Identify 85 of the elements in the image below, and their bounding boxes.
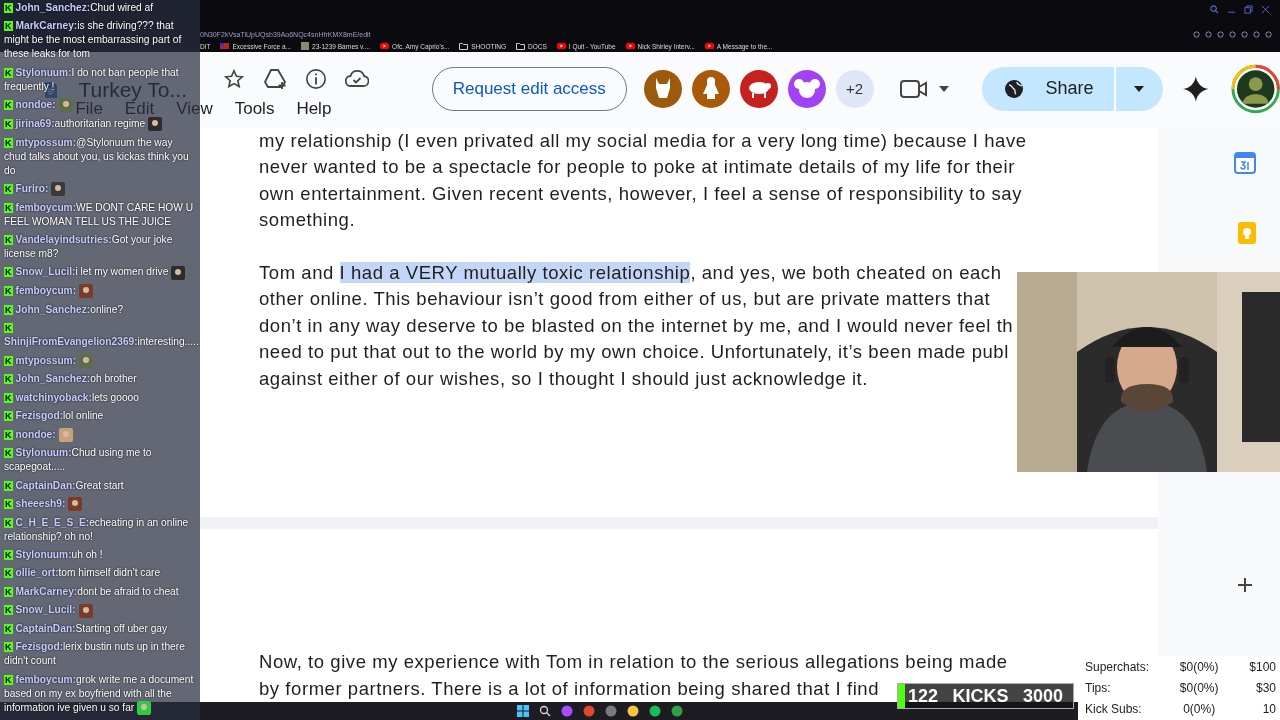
chat-message: K jirina69:authoritarian regime <box>4 116 196 132</box>
caret-icon[interactable] <box>937 84 950 93</box>
chat-message: K John_Sanchez:online? <box>4 302 125 317</box>
calendar-icon[interactable] <box>1234 152 1256 174</box>
chat-message: K MarkCarney:dont be afraid to cheat <box>4 584 180 599</box>
add-icon[interactable] <box>1237 577 1253 593</box>
windows-icon[interactable] <box>517 705 529 717</box>
document-line[interactable]: other online. This behaviour isn’t good from either of us, but are private matters that <box>259 286 991 313</box>
chat-message: K Snow_Lucil: <box>4 603 196 618</box>
video-icon <box>704 43 714 49</box>
cloud-check-icon[interactable] <box>345 69 369 89</box>
menu-item[interactable]: Help <box>296 99 332 119</box>
video-icon <box>625 43 635 49</box>
caret-icon <box>1133 84 1146 93</box>
sheep-avatar-icon[interactable] <box>739 69 778 108</box>
chat-message: K ollie_ort:tom himself didn't care <box>4 566 162 581</box>
document-line[interactable]: my relationship (I even privated all my social media for a very long time) because I have <box>259 128 1027 155</box>
chat-message: K Snow_Lucil:i let my women drive <box>4 265 196 280</box>
chat-message: K femboycum:WE DONT CARE HOW U FEEL WOMAN TELL US THE JUICE <box>4 200 195 229</box>
app-icon[interactable] <box>671 705 683 717</box>
stat-label: Superchats: <box>1085 659 1151 674</box>
document-line[interactable]: Now, to give my experience with Tom in relation to the serious allegations being made <box>259 649 1008 676</box>
share-button[interactable]: Share <box>981 66 1114 111</box>
sparkle-icon[interactable] <box>1182 75 1209 102</box>
menu-item[interactable]: Tools <box>234 99 275 119</box>
chat-message: K CaptainDan:Starting off uber gay <box>4 621 169 636</box>
chat-message: K Fezisgod:lerix bustin nuts up in there didn't count <box>4 640 186 669</box>
chat-message: K Vandelayindsutries:Got your joke license m8? <box>4 233 174 262</box>
search-icon[interactable] <box>539 705 551 717</box>
stat-goal: $100 <box>1248 659 1276 674</box>
stat-value: 0(0%) <box>1182 702 1217 717</box>
chat-message: K MarkCarney:is she driving??? that might be the most embarrassing part of these leaks for tom <box>4 19 183 62</box>
stat-label: Tips: <box>1085 681 1112 695</box>
app-icon[interactable] <box>649 705 661 717</box>
folder-icon <box>516 42 525 50</box>
video-icon <box>556 43 566 49</box>
document-line[interactable]: don’t in any way deserve to be blasted on the internet by me, and I would never feel th <box>259 312 1014 340</box>
goal-target: 3000 <box>1022 685 1063 707</box>
llama-avatar-icon[interactable] <box>643 69 682 108</box>
chat-message: K femboycum: <box>4 284 196 299</box>
close-icon[interactable] <box>1261 5 1270 14</box>
chat-message: K mtypossum: <box>4 353 196 368</box>
chat-message: K C_H_E_E_S_E:echeating in an online relationship? oh no! <box>4 515 190 544</box>
folder-icon <box>459 42 469 50</box>
chat-message: K Stylonuum:uh oh ! <box>4 548 104 563</box>
video-camera-icon[interactable] <box>899 78 928 99</box>
chat-message: K John_Sanchez:oh brother <box>4 372 138 387</box>
chat-message: K Fezisgod:lol online <box>4 409 105 424</box>
document-line[interactable]: by former partners. There is a lot of information being shared that I find <box>259 675 880 702</box>
globe-icon <box>1003 78 1024 99</box>
chat-message: K mtypossum:@Stylonuum the way chud talks about you, us kickas think you do <box>4 135 190 178</box>
chat-message: K sheeesh9: <box>4 497 196 512</box>
flag-icon <box>220 43 230 49</box>
document-line[interactable]: something. <box>259 207 356 234</box>
chat-message: K Stylonuum:Chud using me to scapegoat..... <box>4 446 153 475</box>
info-icon[interactable] <box>305 68 327 90</box>
app-icon[interactable] <box>627 705 639 717</box>
restore-icon[interactable] <box>1244 5 1253 14</box>
stat-value: $0(0%) <box>1178 659 1220 674</box>
chat-message: K Furiro: <box>4 181 196 197</box>
document-line[interactable]: need to put that out to the world by my own choice. Unfortunately, it’s been made publ <box>259 339 1009 366</box>
stat-goal: 10 <box>1261 702 1276 717</box>
document-line[interactable]: against either of our wishes, so I thought I should just acknowledge it. <box>259 365 868 392</box>
chat-message: K CaptainDan:Great start <box>4 478 125 493</box>
goal-label: KICKS <box>952 685 1009 707</box>
stat-goal: $30 <box>1254 681 1276 695</box>
thumbnail-icon <box>301 42 309 50</box>
chat-message: K watchinyoback:lets goooo <box>4 390 140 405</box>
add-to-drive-icon[interactable] <box>263 68 287 90</box>
more-collaborators-badge[interactable]: +2 <box>835 69 874 108</box>
chat-message: K John_Sanchez:Chud wired af <box>4 1 155 15</box>
document-line[interactable]: Tom and I had a VERY mutually toxic relationship, and yes, we both cheated on each <box>259 259 1002 287</box>
document-line[interactable]: own entertainment. Given recent events, however, I feel a sense of responsibility to say <box>259 180 1022 208</box>
penguin-avatar-icon[interactable] <box>691 69 730 108</box>
goal-count: 122 <box>908 685 939 707</box>
video-icon <box>380 43 390 49</box>
chat-message: K nondoe: <box>4 427 196 442</box>
stat-value: $0(0%) <box>1178 681 1220 695</box>
koala-avatar-icon[interactable] <box>787 69 826 108</box>
document-line[interactable]: never wanted to be a spectacle for people to poke at intimate details of my life for their <box>259 154 1015 181</box>
profile-avatar-icon[interactable] <box>1230 63 1280 114</box>
stat-label: Kick Subs: <box>1085 702 1143 717</box>
chat-message: K femboycum:grok write me a document based on my ex boyfriend with all the information ive given u so far <box>4 672 196 716</box>
chat-message: K ShinjiFromEvangelion2369:interesting..... <box>4 322 196 350</box>
star-icon[interactable] <box>223 68 245 90</box>
